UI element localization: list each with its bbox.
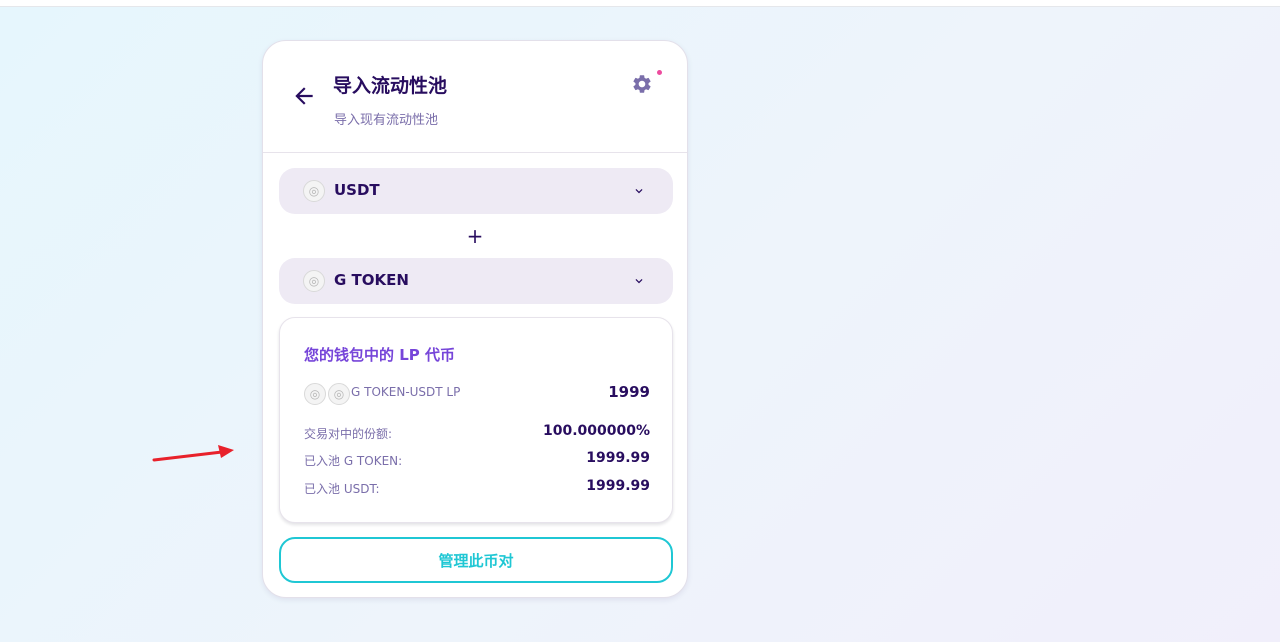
card-header: 导入流动性池 导入现有流动性池 [263, 41, 687, 153]
gear-icon [633, 75, 651, 93]
lp-position-title: 您的钱包中的 LP 代币 [304, 346, 455, 364]
plus-icon: + [466, 224, 484, 248]
token-select-b[interactable]: ◎ G TOKEN [279, 258, 673, 304]
chevron-down-icon [629, 181, 649, 201]
stat-value: 100.000000% [542, 423, 650, 439]
stat-label: 已入池 USDT: [304, 482, 380, 496]
token-symbol: G TOKEN [334, 271, 409, 289]
stat-value: 1999.99 [586, 450, 650, 466]
lp-pair-row: ◎ ◎ G TOKEN-USDT LP 1999 [304, 382, 650, 405]
stat-row-pooled-gtoken: 已入池 G TOKEN: 1999.99 [304, 450, 650, 470]
browser-top-strip [0, 0, 1280, 7]
settings-button[interactable] [629, 71, 655, 97]
page-subtitle: 导入现有流动性池 [334, 113, 439, 128]
token-select-a[interactable]: ◎ USDT [279, 168, 673, 214]
page-title: 导入流动性池 [333, 75, 448, 97]
lp-pair-label: G TOKEN-USDT LP [351, 385, 461, 399]
token-logo-icon: ◎ [303, 270, 325, 292]
stat-value: 1999.99 [586, 478, 650, 494]
notification-dot [657, 70, 662, 75]
annotation-arrow [152, 445, 234, 462]
import-pool-card: 导入流动性池 导入现有流动性池 ◎ USDT + ◎ G TOKEN 您的钱包中… [262, 40, 688, 598]
token-symbol: USDT [334, 181, 380, 199]
stat-row-share: 交易对中的份额: 100.000000% [304, 423, 650, 443]
stat-row-pooled-usdt: 已入池 USDT: 1999.99 [304, 478, 650, 498]
lp-position-box: 您的钱包中的 LP 代币 ◎ ◎ G TOKEN-USDT LP 1999 交易… [279, 317, 673, 523]
manage-pair-button[interactable]: 管理此币对 [279, 537, 673, 583]
token-logo-icon: ◎ [304, 383, 326, 405]
token-logo-icon: ◎ [328, 383, 350, 405]
manage-pair-label: 管理此币对 [438, 551, 514, 570]
stat-label: 交易对中的份额: [304, 427, 393, 441]
token-logo-icon: ◎ [303, 180, 325, 202]
arrow-left-icon [295, 87, 313, 105]
stat-label: 已入池 G TOKEN: [304, 454, 403, 468]
back-button[interactable] [289, 81, 319, 111]
chevron-down-icon [629, 271, 649, 291]
lp-pair-balance: 1999 [608, 383, 650, 401]
